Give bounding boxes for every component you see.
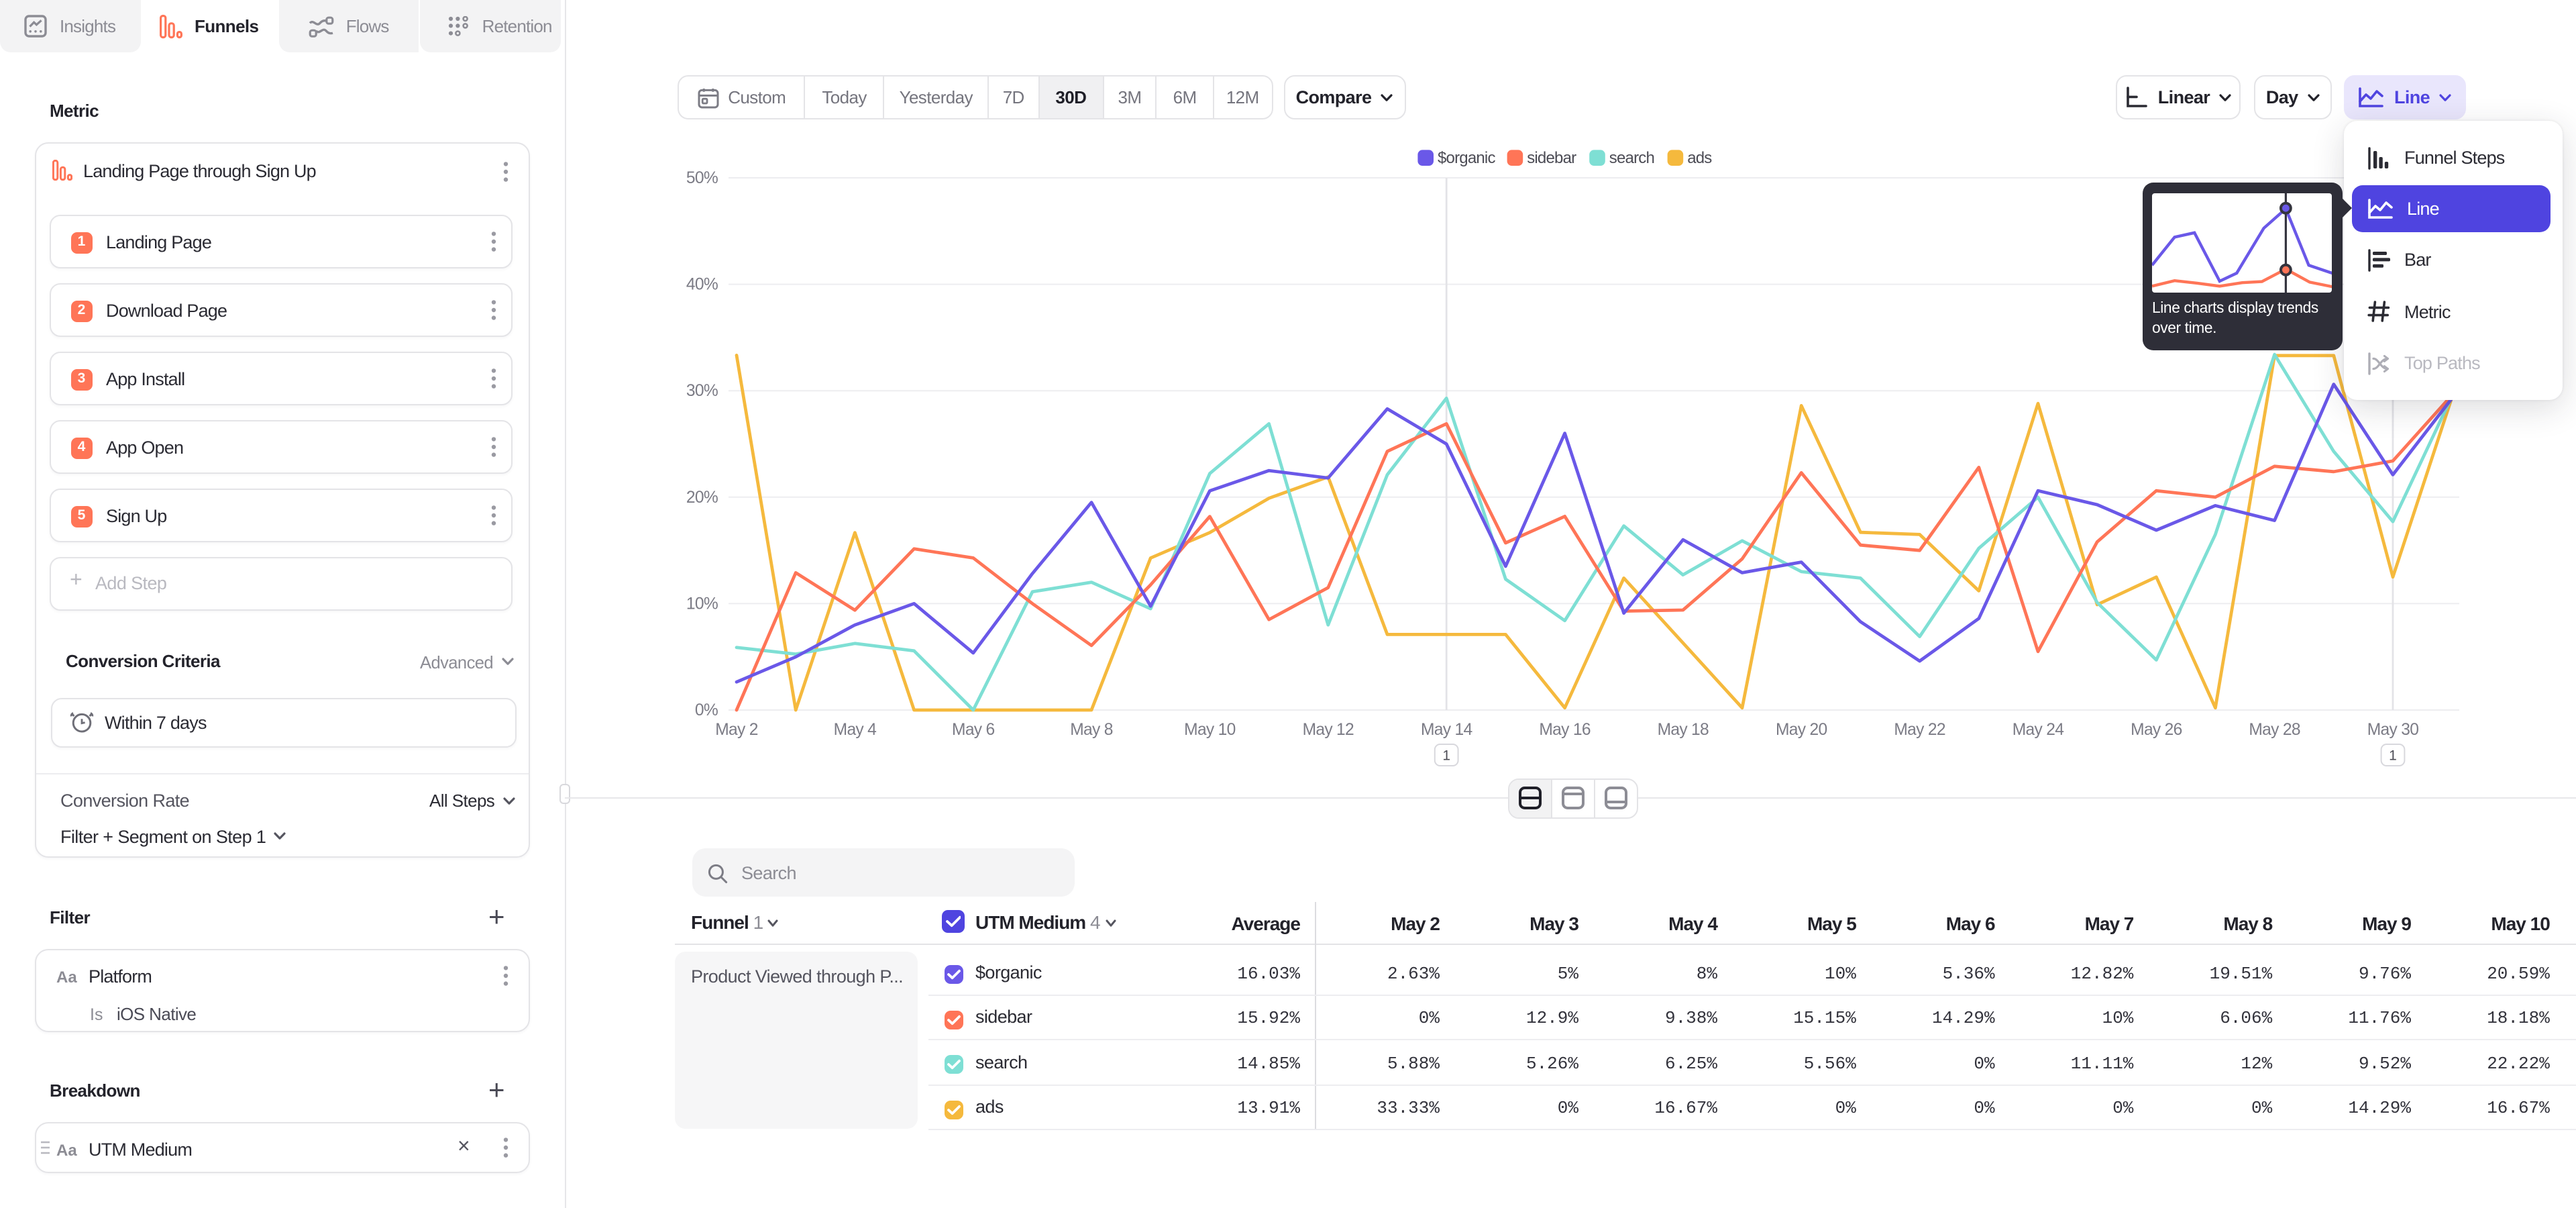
svg-text:1: 1 [1442, 748, 1450, 764]
svg-text:May 16: May 16 [1539, 721, 1590, 739]
svg-text:0%: 0% [695, 701, 718, 719]
svg-text:May 28: May 28 [2249, 721, 2300, 739]
svg-text:May 2: May 2 [715, 721, 757, 739]
svg-text:May 18: May 18 [1658, 721, 1709, 739]
svg-text:May 30: May 30 [2367, 721, 2418, 739]
svg-text:May 8: May 8 [1070, 721, 1112, 739]
svg-text:50%: 50% [686, 169, 718, 187]
svg-text:May 20: May 20 [1776, 721, 1827, 739]
svg-text:May 6: May 6 [952, 721, 994, 739]
svg-text:40%: 40% [686, 276, 718, 294]
svg-text:May 26: May 26 [2131, 721, 2182, 739]
svg-text:May 12: May 12 [1303, 721, 1354, 739]
svg-text:sidebar: sidebar [1527, 149, 1576, 167]
svg-text:1: 1 [2389, 748, 2397, 764]
svg-text:$organic: $organic [1438, 149, 1495, 167]
svg-text:10%: 10% [686, 595, 718, 613]
svg-text:search: search [1609, 149, 1654, 167]
svg-text:May 22: May 22 [1894, 721, 1945, 739]
svg-text:May 4: May 4 [834, 721, 876, 739]
svg-text:May 14: May 14 [1421, 721, 1472, 739]
svg-text:May 24: May 24 [2012, 721, 2063, 739]
svg-text:20%: 20% [686, 489, 718, 507]
svg-text:ads: ads [1687, 149, 1712, 167]
svg-text:May 10: May 10 [1184, 721, 1235, 739]
svg-text:30%: 30% [686, 382, 718, 400]
